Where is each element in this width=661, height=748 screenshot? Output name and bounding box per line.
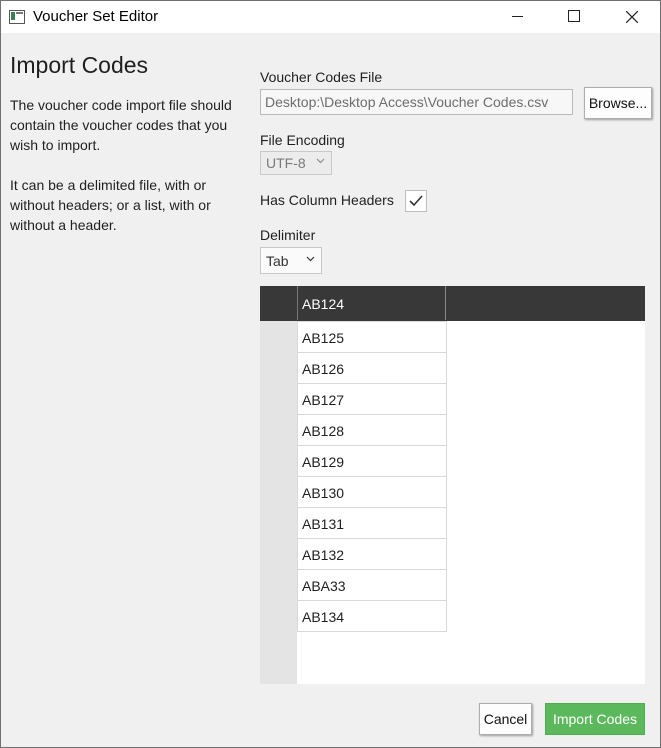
close-button[interactable] [603, 1, 660, 33]
cancel-button[interactable]: Cancel [479, 703, 532, 735]
row-header-column [260, 321, 297, 684]
close-icon [626, 11, 638, 23]
grid-column-header[interactable]: AB124 [297, 286, 446, 320]
app-window-icon [9, 10, 25, 24]
checkmark-icon [409, 195, 423, 207]
has-column-headers-checkbox[interactable] [405, 190, 427, 212]
file-encoding-value: UTF-8 [266, 155, 306, 171]
table-row[interactable]: AB130 [297, 477, 447, 508]
browse-button[interactable]: Browse... [584, 87, 652, 119]
grid-header-row: AB124 [260, 286, 645, 321]
delimiter-label: Delimiter [260, 227, 316, 243]
table-row[interactable]: AB125 [297, 321, 447, 353]
delimiter-dropdown[interactable]: Tab [260, 247, 322, 274]
description-paragraph-1: The voucher code import file should cont… [10, 97, 232, 153]
window-title: Voucher Set Editor [33, 8, 159, 25]
voucher-codes-file-input[interactable] [260, 89, 573, 115]
table-row[interactable]: ABA33 [297, 570, 447, 601]
grid-rows: AB125 AB126 AB127 AB128 AB129 AB130 AB13… [297, 321, 447, 632]
description-paragraph-2: It can be a delimited file, with or with… [10, 177, 211, 233]
table-row[interactable]: AB129 [297, 446, 447, 477]
table-row[interactable]: AB131 [297, 508, 447, 539]
delimiter-value: Tab [266, 252, 289, 269]
voucher-set-editor-window: Voucher Set Editor Import Codes The vouc… [0, 0, 661, 748]
table-row[interactable]: AB132 [297, 539, 447, 570]
maximize-button[interactable] [546, 1, 604, 33]
has-column-headers-label: Has Column Headers [260, 192, 394, 208]
codes-preview-grid[interactable]: AB124 AB125 AB126 AB127 AB128 AB129 AB13… [260, 286, 645, 684]
table-row[interactable]: AB134 [297, 601, 447, 632]
minimize-button[interactable] [489, 1, 547, 33]
file-encoding-label: File Encoding [260, 132, 345, 148]
page-title: Import Codes [10, 52, 149, 78]
import-codes-button[interactable]: Import Codes [545, 703, 645, 735]
file-encoding-dropdown[interactable]: UTF-8 [260, 151, 332, 175]
chevron-down-icon [306, 256, 315, 262]
table-row[interactable]: AB126 [297, 353, 447, 384]
import-description: The voucher code import file should cont… [10, 95, 250, 255]
title-bar[interactable]: Voucher Set Editor [1, 1, 660, 33]
table-row[interactable]: AB127 [297, 384, 447, 415]
voucher-codes-file-label: Voucher Codes File [260, 69, 383, 85]
chevron-down-icon [316, 158, 325, 164]
table-row[interactable]: AB128 [297, 415, 447, 446]
